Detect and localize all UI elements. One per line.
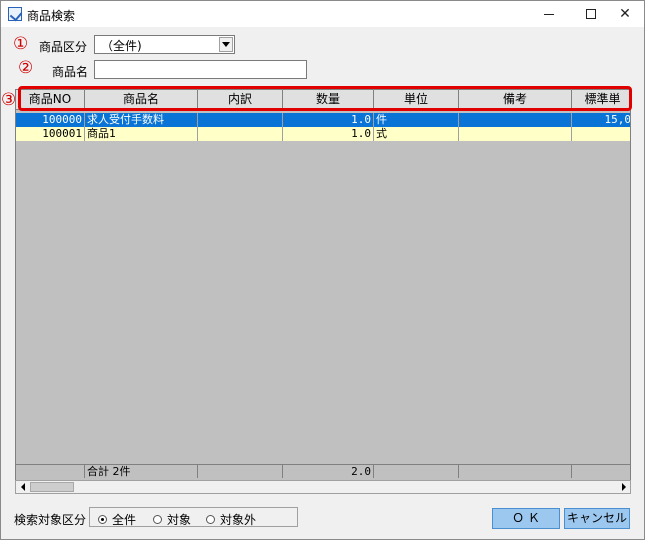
chevron-down-icon[interactable]: [219, 37, 233, 52]
category-label: 商品区分: [39, 40, 88, 54]
product-search-window: 商品検索 ✕ ① 商品区分 （全件) ② 商品名 ③ 商品NO 商品名 内訳 数…: [0, 0, 645, 540]
marker-3: ③: [1, 90, 17, 110]
total-blank: [198, 464, 283, 478]
category-select-value: （全件): [101, 39, 142, 53]
cell-qty: 1.0: [283, 127, 374, 141]
scroll-thumb[interactable]: [30, 482, 74, 492]
column-header-price[interactable]: 標準単: [572, 90, 630, 110]
column-header-no[interactable]: 商品NO: [16, 90, 85, 110]
title-bar: 商品検索 ✕: [1, 1, 644, 27]
cell-price: 15,0: [572, 113, 631, 127]
product-name-label: 商品名: [52, 65, 89, 79]
cell-no: 100001: [16, 127, 85, 141]
cell-note: [459, 113, 572, 127]
filter-label: 検索対象区分: [14, 513, 87, 527]
total-blank: [374, 464, 459, 478]
total-count: 合計 2件: [85, 464, 198, 478]
category-select[interactable]: （全件): [94, 35, 235, 54]
cell-qty: 1.0: [283, 113, 374, 127]
window-title: 商品検索: [27, 9, 76, 23]
column-header-name[interactable]: 商品名: [85, 90, 198, 110]
total-qty: 2.0: [283, 464, 374, 478]
close-icon: ✕: [619, 6, 631, 22]
total-blank: [459, 464, 572, 478]
close-button[interactable]: ✕: [604, 1, 645, 27]
scroll-left-icon[interactable]: [16, 481, 29, 493]
column-header-note[interactable]: 備考: [459, 90, 572, 110]
cancel-button[interactable]: キャンセル: [564, 508, 630, 529]
filter-option-excluded[interactable]: 対象外: [206, 511, 256, 528]
filter-option-label: 対象: [167, 513, 192, 527]
radio-unchecked-icon: [153, 515, 162, 524]
app-icon: [8, 7, 22, 21]
scroll-right-icon[interactable]: [617, 481, 630, 493]
maximize-icon: [586, 9, 596, 19]
product-name-input[interactable]: [94, 60, 307, 79]
column-header-unit[interactable]: 単位: [374, 90, 459, 110]
cell-no: 100000: [16, 113, 85, 127]
cell-name: 求人受付手数料: [85, 113, 198, 127]
total-row: 合計 2件 2.0: [16, 464, 630, 478]
filter-radio-group: 全件 対象 対象外: [89, 507, 298, 527]
total-blank: [16, 464, 85, 478]
table-row[interactable]: 100000 求人受付手数料 1.0 件 15,0: [16, 113, 631, 127]
marker-1: ①: [13, 34, 29, 54]
cell-detail: [198, 127, 283, 141]
total-blank: [572, 464, 630, 478]
table-row[interactable]: 100001 商品1 1.0 式: [16, 127, 630, 141]
radio-unchecked-icon: [206, 515, 215, 524]
filter-option-all[interactable]: 全件: [98, 511, 136, 528]
radio-checked-icon: [98, 515, 107, 524]
cell-unit: 式: [374, 127, 459, 141]
filter-option-target[interactable]: 対象: [153, 511, 191, 528]
horizontal-scrollbar[interactable]: [15, 480, 631, 494]
marker-2: ②: [18, 58, 34, 78]
cell-name: 商品1: [85, 127, 198, 141]
filter-option-label: 対象外: [220, 513, 257, 527]
ok-button[interactable]: Ｏ Ｋ: [492, 508, 560, 529]
cell-unit: 件: [374, 113, 459, 127]
column-header-detail[interactable]: 内訳: [198, 90, 283, 110]
column-header-qty[interactable]: 数量: [283, 90, 374, 110]
filter-option-label: 全件: [112, 513, 137, 527]
cell-note: [459, 127, 572, 141]
product-grid[interactable]: 商品NO 商品名 内訳 数量 単位 備考 標準単 100000 求人受付手数料 …: [15, 89, 631, 483]
cell-price: [572, 127, 630, 141]
cell-detail: [198, 113, 283, 127]
minimize-icon: [544, 13, 554, 15]
minimize-button[interactable]: [528, 1, 570, 27]
